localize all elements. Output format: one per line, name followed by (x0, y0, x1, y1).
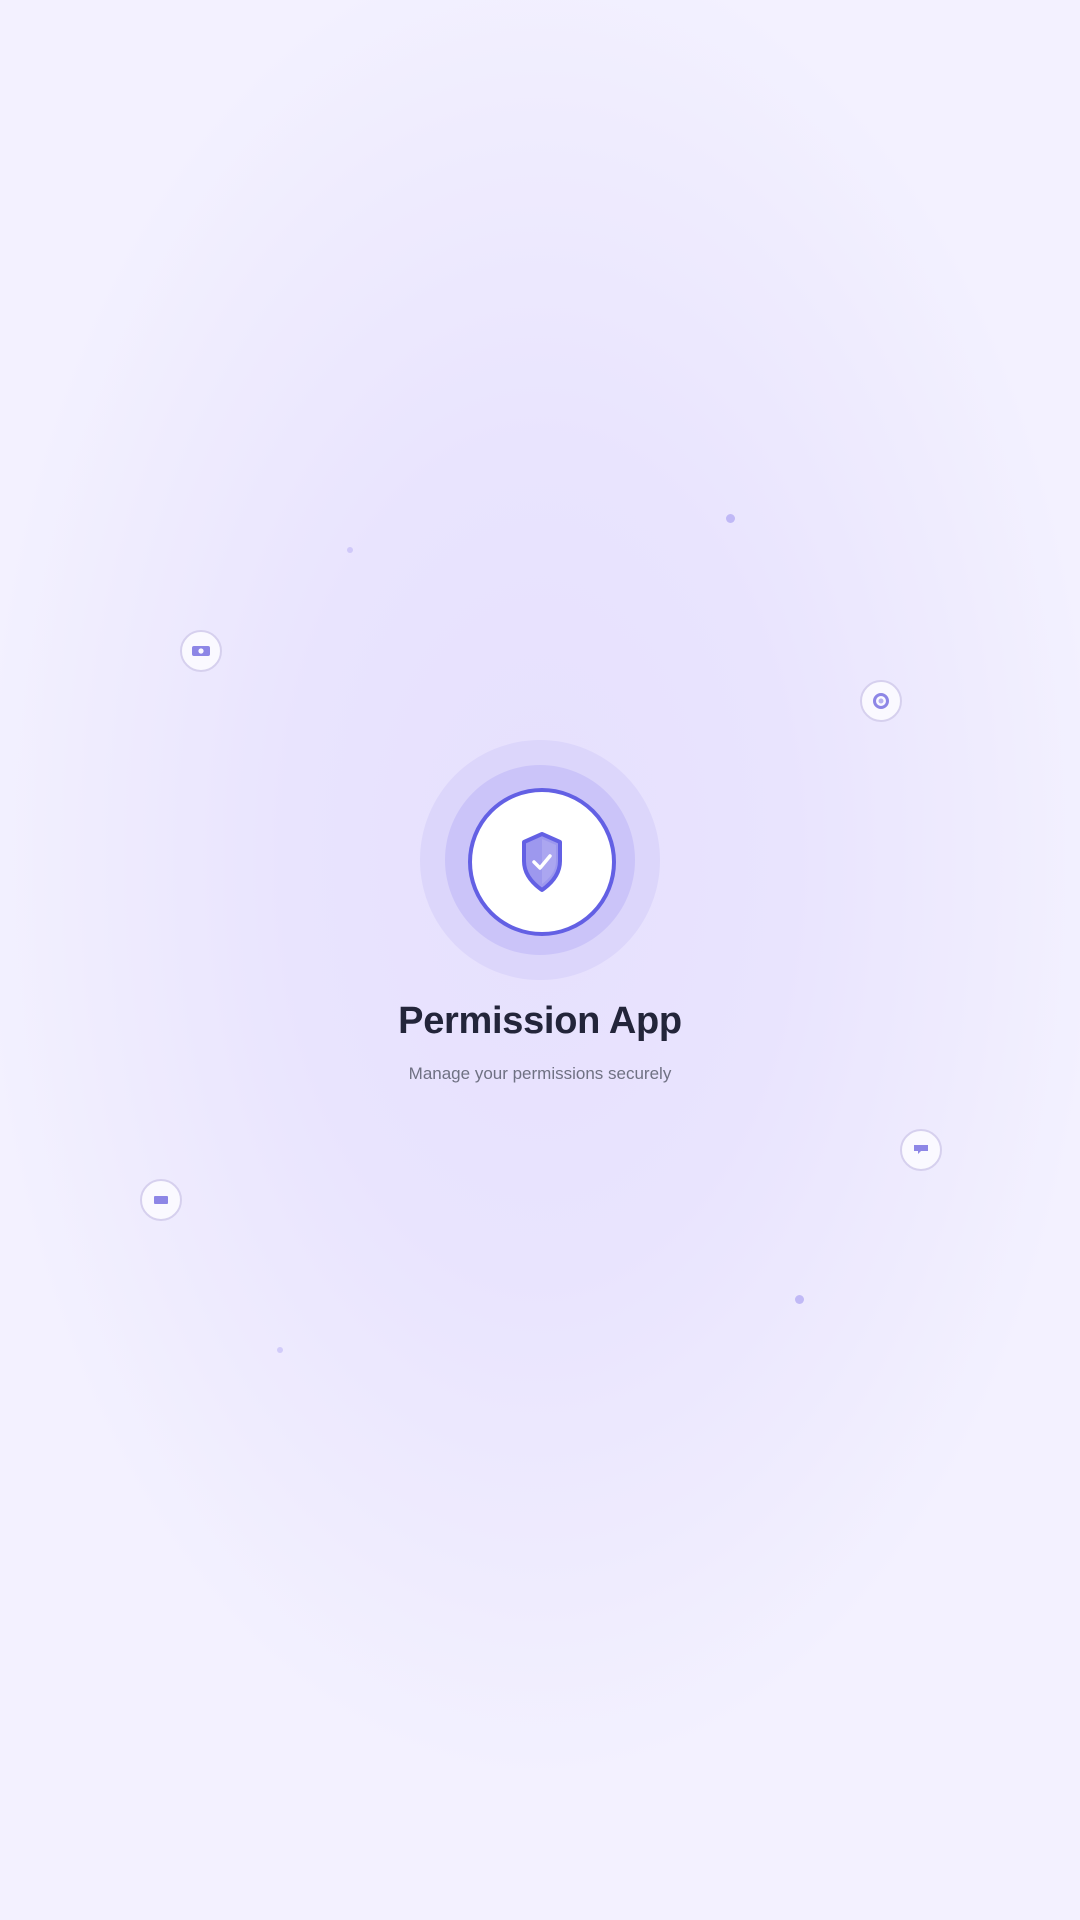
location-icon (873, 693, 889, 709)
chat-icon (914, 1145, 928, 1154)
chat-permission-badge (900, 1129, 942, 1171)
camera-icon (192, 646, 210, 656)
shield-check-icon (522, 832, 562, 892)
app-subtitle: Manage your permissions securely (408, 1064, 672, 1083)
decorative-dot (726, 514, 735, 523)
decorative-dot (277, 1347, 283, 1353)
decorative-dot (347, 547, 353, 553)
camera-permission-badge (180, 630, 222, 672)
card-icon (154, 1196, 168, 1204)
card-permission-badge (140, 1179, 182, 1221)
app-logo (468, 788, 616, 936)
location-permission-badge (860, 680, 902, 722)
decorative-dot (795, 1295, 804, 1304)
splash-screen: Permission App Manage your permissions s… (0, 0, 1080, 1920)
app-title: Permission App (398, 1000, 682, 1042)
